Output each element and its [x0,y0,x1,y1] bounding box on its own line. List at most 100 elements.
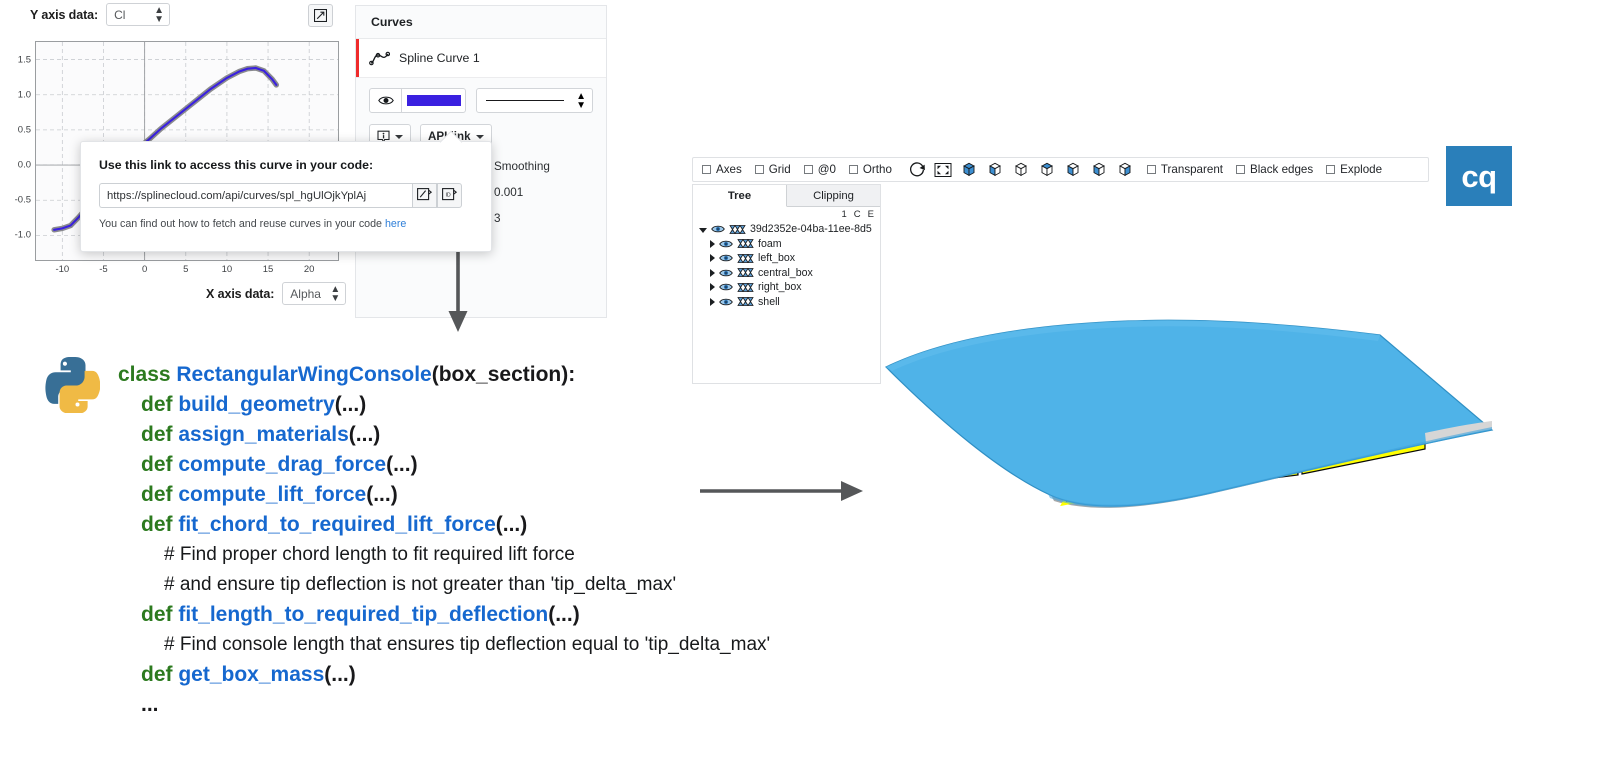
fit-to-screen-button[interactable] [931,159,955,180]
code-line: def compute_lift_force(...) [118,480,770,510]
eye-icon[interactable] [711,224,725,234]
tree-column-e: E [867,209,874,220]
left-view-button[interactable] [1087,159,1111,180]
mesh-icon[interactable] [737,253,754,264]
iso-view-icon [962,162,975,176]
chevron-right-icon[interactable] [710,283,715,292]
code-token: fit_chord_to_required_lift_force [178,513,496,536]
code-token: class [118,363,177,386]
code-token: (...) [334,393,367,416]
popover-footer: You can find out how to fetch and reuse … [99,218,473,230]
checkbox-box[interactable] [754,165,764,174]
front-view-button[interactable] [983,159,1007,180]
mesh-icon[interactable] [737,238,754,249]
tree-row[interactable]: right_box [699,280,880,295]
code-line: def build_geometry(...) [118,390,770,420]
tab-tree[interactable]: Tree [693,185,787,207]
code-token: def [141,513,179,536]
checkbox-box[interactable] [848,165,858,174]
bottom-view-button[interactable] [1061,159,1085,180]
checkbox-grid[interactable]: Grid [754,163,791,176]
iso-view-button[interactable] [957,159,981,180]
curve-list-item[interactable]: Spline Curve 1 [356,39,606,78]
tree-column-headers: 1 C E [693,207,880,220]
x-axis-select-value: Alpha [290,286,321,301]
tree-row[interactable]: central_box [699,266,880,281]
checkbox-explode[interactable]: Explode [1326,163,1382,176]
checkbox-label: Transparent [1160,163,1223,176]
rear-view-icon [1014,162,1027,176]
checkbox-ortho[interactable]: Ortho [848,163,892,176]
mesh-icon[interactable] [737,296,754,307]
tree-row[interactable]: shell [699,295,880,310]
checkbox-transparent[interactable]: Transparent [1146,163,1223,176]
tree-row[interactable]: 39d2352e-04ba-11ee-8d5 [699,222,880,237]
x-axis-tick: 10 [221,264,233,275]
code-token: # and ensure tip deflection is not great… [164,574,677,595]
checkbox-box[interactable] [1146,165,1156,174]
eye-icon[interactable] [719,253,733,263]
checkbox-axes[interactable]: Axes [702,163,742,176]
mesh-icon[interactable] [729,224,746,235]
eye-icon[interactable] [719,297,733,307]
popover-help-link[interactable]: here [385,218,406,230]
expand-chart-button[interactable] [308,4,333,27]
chevron-down-icon [475,134,484,139]
copy-link-button[interactable] [412,183,437,208]
checkbox-label: @0 [817,163,836,176]
fit-to-screen-icon [934,162,952,177]
right-view-icon [1118,162,1131,176]
code-token: (...) [348,423,381,446]
code-token: def [141,483,179,506]
chevron-right-icon[interactable] [710,268,715,277]
code-token: RectangularWingConsole [176,363,432,386]
checkbox-0[interactable]: @0 [803,163,836,176]
wing-console-3d-model[interactable] [880,295,1500,535]
chevron-down-icon[interactable] [699,227,707,233]
checkbox-box[interactable] [1326,165,1336,174]
code-line: class RectangularWingConsole(box_section… [118,360,770,390]
chevron-updown-icon: ▲ ▼ [330,283,341,304]
y-axis-tick: 1.5 [17,54,31,66]
copy-id-button[interactable]: ID [437,183,462,208]
eye-icon [377,96,394,105]
chevron-right-icon[interactable] [710,297,715,306]
tab-clipping[interactable]: Clipping [787,185,880,206]
mesh-icon[interactable] [737,282,754,293]
api-url-input[interactable]: https://splinecloud.com/api/curves/spl_h… [99,183,412,208]
curve-color-button[interactable] [402,89,465,112]
checkbox-box[interactable] [803,165,813,174]
mesh-icon[interactable] [737,267,754,278]
y-axis-control: Y axis data: Cl ▲ ▼ [30,3,171,26]
checkbox-box[interactable] [702,165,711,174]
code-line: # Find console length that ensures tip d… [118,630,770,660]
tree-column-c: C [853,209,861,220]
code-token: ... [141,693,159,716]
eye-icon[interactable] [719,282,733,292]
y-axis-select[interactable]: Cl ▲ ▼ [106,3,171,26]
checkbox-box[interactable] [1236,165,1245,174]
reset-rotation-button[interactable] [905,159,929,180]
right-view-button[interactable] [1113,159,1137,180]
chevron-right-icon[interactable] [710,239,715,248]
cadquery-logo: cq [1446,146,1512,206]
bottom-view-icon [1066,162,1079,176]
eye-icon[interactable] [719,239,733,249]
curves-panel-header: Curves [356,6,606,39]
tree-row[interactable]: left_box [699,251,880,266]
checkbox-black-edges[interactable]: Black edges [1236,163,1313,176]
api-url-row: https://splinecloud.com/api/curves/spl_h… [99,183,473,208]
chevron-right-icon[interactable] [710,254,715,263]
rear-view-button[interactable] [1009,159,1033,180]
curve-appearance-group [369,88,466,113]
cadquery-logo-text: cq [1461,158,1497,194]
model-tree-panel: Tree Clipping 1 C E 39d2352e-04ba-11ee-8… [692,184,881,384]
tree-row[interactable]: foam [699,237,880,252]
eye-icon[interactable] [719,268,733,278]
line-style-select[interactable]: ▲ ▼ [476,88,593,113]
code-line: def assign_materials(...) [118,420,770,450]
code-token: # Find console length that ensures tip d… [164,634,771,655]
toggle-visibility-button[interactable] [370,89,402,112]
top-view-button[interactable] [1035,159,1059,180]
x-axis-select[interactable]: Alpha ▲ ▼ [282,282,347,305]
